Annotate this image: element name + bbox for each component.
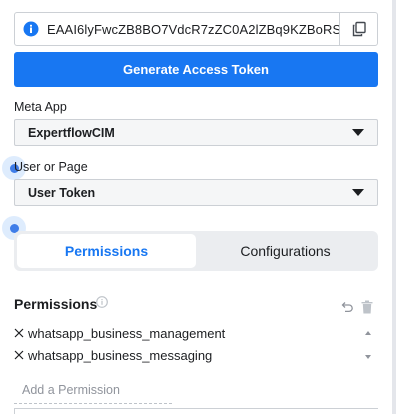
generate-access-token-button[interactable]: Generate Access Token — [14, 52, 378, 87]
list-scrollbar[interactable] — [362, 326, 374, 364]
add-permission-field[interactable] — [14, 376, 172, 404]
trash-icon[interactable] — [361, 300, 373, 314]
meta-app-value: ExpertflowCIM — [28, 125, 115, 140]
graph-explorer-panel: EAAI6lyFwcZB8BO7VdcR7zZC0A2lZBq9KZBoRSrO… — [0, 0, 396, 414]
permissions-list: whatsapp_business_management whatsapp_bu… — [14, 322, 378, 366]
meta-app-label: Meta App — [14, 100, 67, 114]
chevron-down-icon — [352, 189, 364, 196]
user-or-page-select[interactable]: User Token — [14, 179, 378, 206]
user-or-page-label: User or Page — [14, 160, 88, 174]
tab-permissions[interactable]: Permissions — [17, 234, 196, 268]
permission-name: whatsapp_business_management — [28, 325, 226, 341]
panel-edge — [392, 0, 396, 414]
info-icon — [23, 21, 39, 37]
tab-configurations[interactable]: Configurations — [196, 234, 375, 268]
access-token-value[interactable]: EAAI6lyFwcZB8BO7VdcR7zZC0A2lZBq9KZBoRSrO… — [47, 22, 339, 37]
copy-token-button[interactable] — [339, 13, 377, 45]
meta-app-select[interactable]: ExpertflowCIM — [14, 119, 378, 146]
close-icon[interactable] — [14, 328, 24, 338]
permissions-title: Permissions — [14, 296, 98, 312]
permission-chip: whatsapp_business_messaging — [14, 345, 212, 365]
next-section-edge — [14, 408, 378, 414]
chevron-down-icon — [352, 129, 364, 136]
permission-chip: whatsapp_business_management — [14, 323, 225, 343]
info-icon — [96, 296, 108, 308]
permission-name: whatsapp_business_messaging — [28, 347, 213, 363]
access-token-field[interactable]: EAAI6lyFwcZB8BO7VdcR7zZC0A2lZBq9KZBoRSrO… — [14, 12, 378, 46]
user-or-page-value: User Token — [28, 185, 96, 200]
undo-icon[interactable] — [340, 300, 354, 314]
panel-tabs: Permissions Configurations — [14, 231, 378, 271]
add-permission-input[interactable] — [14, 376, 172, 404]
close-icon[interactable] — [14, 350, 24, 360]
copy-icon — [352, 21, 366, 37]
